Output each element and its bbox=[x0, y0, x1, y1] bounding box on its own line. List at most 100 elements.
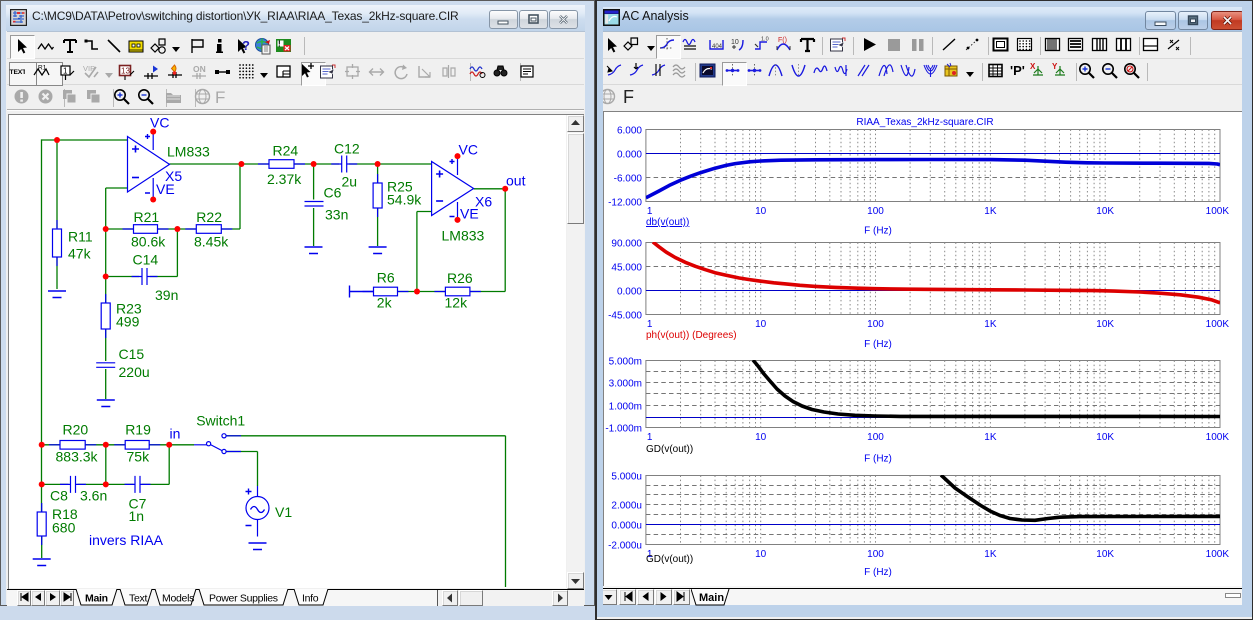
svg-text:8.45k: 8.45k bbox=[194, 234, 229, 250]
svg-text:VC: VC bbox=[150, 115, 169, 131]
svg-text:R19: R19 bbox=[125, 422, 151, 438]
svg-text:6.000: 6.000 bbox=[617, 126, 642, 137]
svg-text:Switch1: Switch1 bbox=[196, 413, 245, 429]
svg-text:1: 1 bbox=[647, 319, 653, 330]
svg-text:10: 10 bbox=[755, 549, 767, 560]
svg-text:100K: 100K bbox=[1206, 319, 1230, 330]
svg-text:invers RIAA: invers RIAA bbox=[89, 532, 164, 548]
svg-text:F (Hz): F (Hz) bbox=[864, 454, 892, 465]
svg-text:X6: X6 bbox=[475, 194, 492, 210]
svg-text:1: 1 bbox=[63, 67, 68, 76]
svg-text:2k: 2k bbox=[377, 295, 393, 311]
svg-text:10K: 10K bbox=[1096, 432, 1114, 443]
svg-text:in: in bbox=[170, 426, 181, 442]
svg-text:1n: 1n bbox=[129, 508, 145, 524]
svg-text:680: 680 bbox=[52, 520, 76, 536]
svg-text:C14: C14 bbox=[133, 252, 159, 268]
svg-text:2.000u: 2.000u bbox=[611, 501, 642, 512]
svg-text:3.6n: 3.6n bbox=[80, 488, 107, 504]
svg-text:499: 499 bbox=[116, 314, 140, 330]
svg-text:2.37k: 2.37k bbox=[267, 171, 302, 187]
svg-text:100: 100 bbox=[867, 549, 884, 560]
svg-text:1K: 1K bbox=[984, 432, 997, 443]
svg-text:13: 13 bbox=[121, 67, 130, 76]
svg-text:R24: R24 bbox=[273, 143, 299, 159]
svg-text:F (Hz): F (Hz) bbox=[864, 226, 892, 237]
svg-text:GD(v(out)): GD(v(out)) bbox=[646, 554, 693, 565]
svg-text:-12.000: -12.000 bbox=[608, 198, 642, 209]
svg-text:100: 100 bbox=[867, 206, 884, 217]
svg-text:'P': 'P' bbox=[1010, 63, 1025, 78]
svg-text:ON: ON bbox=[193, 64, 206, 74]
svg-text:2u: 2u bbox=[342, 174, 358, 190]
svg-text:33n: 33n bbox=[325, 207, 348, 223]
svg-text:0.000: 0.000 bbox=[617, 150, 642, 161]
svg-text:404: 404 bbox=[712, 44, 723, 50]
svg-text:-45.000: -45.000 bbox=[608, 311, 642, 322]
svg-text:db(v(out)): db(v(out)) bbox=[646, 217, 689, 228]
svg-text:Main: Main bbox=[85, 593, 108, 605]
svg-text:R20: R20 bbox=[63, 422, 89, 438]
svg-text:220u: 220u bbox=[119, 364, 150, 380]
svg-text:C15: C15 bbox=[119, 346, 145, 362]
svg-text:1K: 1K bbox=[984, 549, 997, 560]
svg-text:100K: 100K bbox=[1206, 432, 1230, 443]
svg-text:0.000u: 0.000u bbox=[611, 521, 642, 532]
svg-text:TEXT: TEXT bbox=[10, 69, 26, 76]
svg-text:Text: Text bbox=[129, 593, 147, 605]
svg-text:ph(v(out)) (Degrees): ph(v(out)) (Degrees) bbox=[646, 330, 737, 341]
svg-text:Info: Info bbox=[302, 593, 319, 605]
svg-text:1.0: 1.0 bbox=[761, 37, 769, 43]
svg-text:47k: 47k bbox=[68, 246, 92, 262]
svg-text:Main: Main bbox=[699, 592, 724, 604]
svg-text:out: out bbox=[506, 173, 526, 189]
svg-text:F: F bbox=[215, 88, 225, 106]
svg-text:LM833: LM833 bbox=[442, 228, 485, 244]
svg-text:1K: 1K bbox=[984, 206, 997, 217]
svg-text:X: X bbox=[1030, 62, 1036, 71]
svg-text:-1.000m: -1.000m bbox=[605, 424, 642, 435]
svg-text:GD(v(out)): GD(v(out)) bbox=[646, 444, 693, 455]
svg-text:LM833: LM833 bbox=[167, 144, 210, 160]
svg-text:90.000: 90.000 bbox=[611, 239, 642, 250]
svg-text:F (Hz): F (Hz) bbox=[864, 567, 892, 578]
svg-text:!: ! bbox=[278, 40, 281, 49]
svg-text:F: F bbox=[623, 88, 634, 106]
svg-text:100K: 100K bbox=[1206, 549, 1230, 560]
svg-text:10: 10 bbox=[755, 432, 767, 443]
svg-text:39n: 39n bbox=[155, 287, 178, 303]
svg-text:Y: Y bbox=[1052, 62, 1058, 71]
svg-text:883.3k: 883.3k bbox=[56, 449, 99, 465]
svg-text:R6: R6 bbox=[377, 270, 395, 286]
svg-text:X5: X5 bbox=[165, 168, 182, 184]
svg-text:100K: 100K bbox=[1206, 206, 1230, 217]
svg-text:3.000m: 3.000m bbox=[609, 379, 642, 390]
svg-text:45.000: 45.000 bbox=[611, 263, 642, 274]
svg-text:100: 100 bbox=[867, 319, 884, 330]
svg-text:C12: C12 bbox=[334, 141, 360, 157]
svg-text:R26: R26 bbox=[447, 270, 473, 286]
svg-text:-6.000: -6.000 bbox=[614, 174, 643, 185]
svg-text:?: ? bbox=[242, 38, 250, 53]
svg-text:80.6k: 80.6k bbox=[131, 234, 166, 250]
svg-text:10K: 10K bbox=[1096, 206, 1114, 217]
svg-text:1K: 1K bbox=[984, 319, 997, 330]
svg-text:R21: R21 bbox=[134, 209, 160, 225]
svg-text:1: 1 bbox=[647, 206, 653, 217]
svg-text:10: 10 bbox=[755, 319, 767, 330]
svg-text:10: 10 bbox=[731, 39, 739, 46]
svg-text:10: 10 bbox=[755, 206, 767, 217]
svg-text:RIAA_Texas_2kHz-square.CIR: RIAA_Texas_2kHz-square.CIR bbox=[856, 117, 993, 128]
svg-text:1.000m: 1.000m bbox=[609, 402, 642, 413]
svg-text:C6: C6 bbox=[324, 185, 342, 201]
svg-text:10K: 10K bbox=[1096, 549, 1114, 560]
svg-text:F (Hz): F (Hz) bbox=[864, 339, 892, 350]
svg-text:5.000u: 5.000u bbox=[611, 472, 642, 483]
svg-text:5.000m: 5.000m bbox=[609, 357, 642, 368]
svg-text:R22: R22 bbox=[196, 209, 222, 225]
svg-text:1: 1 bbox=[647, 432, 653, 443]
svg-text:54.9k: 54.9k bbox=[387, 192, 422, 208]
svg-text:R1: R1 bbox=[38, 65, 47, 72]
svg-text:10K: 10K bbox=[1096, 319, 1114, 330]
svg-text:R11: R11 bbox=[68, 229, 93, 245]
